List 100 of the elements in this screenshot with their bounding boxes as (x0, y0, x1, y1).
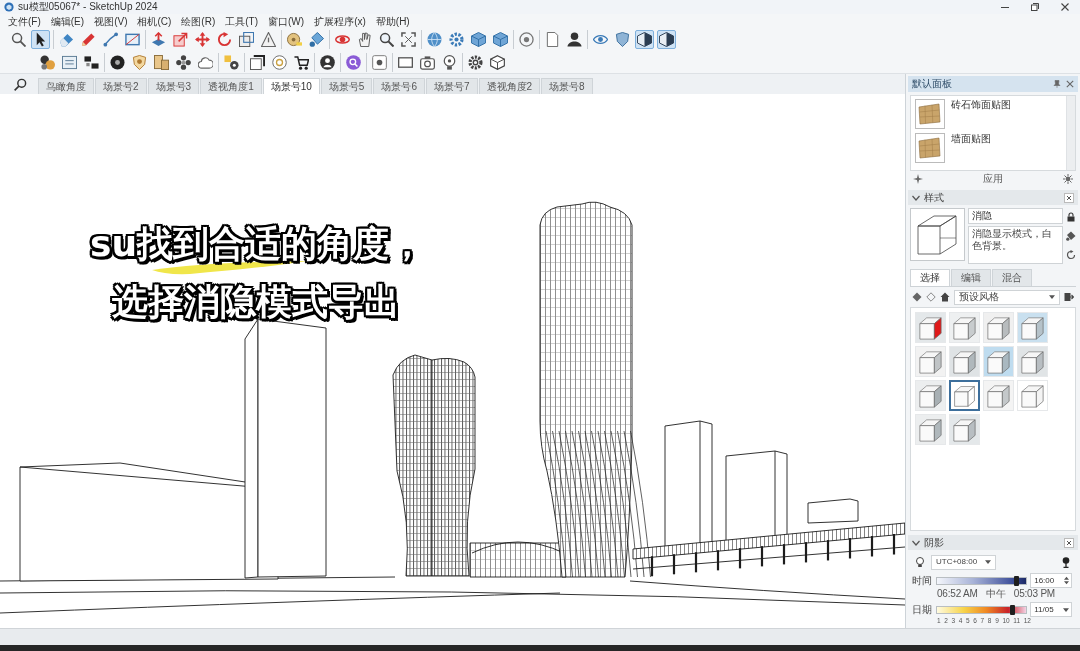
tick-label: 06:52 AM (937, 588, 978, 600)
scene-tab[interactable]: 鸟瞰角度 (38, 78, 94, 94)
flower-icon (176, 54, 191, 70)
date-field[interactable]: 11/05 (1030, 602, 1072, 617)
refresh-icon[interactable] (1066, 249, 1076, 260)
menu-item[interactable]: 窗口(W) (263, 14, 310, 28)
time-slider[interactable] (936, 576, 1028, 585)
scene-tab[interactable]: 场景号5 (320, 78, 373, 94)
slider-thumb[interactable] (1014, 575, 1020, 586)
menu-item[interactable]: 文件(F) (3, 14, 46, 28)
style-tab[interactable]: 混合 (992, 269, 1032, 286)
cube-icon (984, 347, 1013, 376)
app-logo-icon (4, 2, 14, 12)
spinner-icon[interactable] (1064, 576, 1069, 585)
marker-icon[interactable] (1062, 556, 1070, 568)
shaded-cube-icon (637, 32, 652, 47)
menu-item[interactable]: 帮助(H) (370, 14, 415, 28)
sparkle-icon[interactable] (913, 173, 923, 184)
window-icon (62, 54, 77, 70)
camera-icon (420, 54, 435, 70)
paint-bucket-icon[interactable] (1066, 231, 1076, 241)
material-name[interactable]: 砖石饰面贴图 (951, 99, 1011, 111)
lock-icon[interactable] (1066, 212, 1076, 223)
menu-item[interactable]: 工具(T) (220, 14, 264, 28)
toolbar-button[interactable] (377, 30, 396, 49)
scene-tab[interactable]: 场景号7 (425, 78, 478, 94)
polyline-icon (103, 32, 118, 47)
style-name-field[interactable]: 消隐 (968, 208, 1063, 224)
time-field[interactable]: 16:00 (1030, 573, 1072, 588)
tray-title: 默认面板 (912, 77, 953, 91)
scene-tab[interactable]: 透视角度1 (200, 78, 262, 94)
material-name[interactable]: 墙面贴图 (951, 133, 991, 145)
pencil-icon (81, 32, 96, 47)
tick-label: 05:03 PM (1013, 588, 1055, 600)
cube-icon (1018, 347, 1047, 376)
apply-button[interactable]: 应用 (979, 171, 1007, 186)
eye-icon (593, 32, 608, 47)
cube-icon (493, 32, 508, 47)
scene-tab[interactable]: 场景号3 (147, 78, 200, 94)
close-icon[interactable] (1066, 80, 1074, 88)
toolbar-button[interactable] (222, 52, 241, 72)
restore-icon (1031, 3, 1039, 11)
toolbar-button[interactable] (488, 52, 507, 72)
person-icon (567, 32, 582, 47)
collection-name: 预设风格 (959, 291, 999, 303)
toolbar-button[interactable] (466, 52, 485, 72)
toolbar-button[interactable] (174, 52, 193, 72)
style-tab[interactable]: 编辑 (951, 269, 991, 286)
menu-item[interactable]: 扩展程序(x) (309, 14, 371, 28)
material-swatch[interactable] (915, 99, 945, 129)
scene-tab[interactable]: 场景号6 (373, 78, 425, 94)
toolbar-button[interactable] (635, 30, 654, 49)
pin-icon[interactable] (1053, 80, 1061, 88)
toolbar-button[interactable] (318, 52, 337, 72)
style-description-field[interactable]: 消隐显示模式，白色背景。 (968, 226, 1063, 264)
close-icon[interactable] (1064, 192, 1074, 203)
close-icon[interactable] (1064, 537, 1074, 548)
menu-item[interactable]: 绘图(R) (176, 14, 221, 28)
toolbar-button[interactable] (248, 52, 267, 72)
blocks-icon (84, 54, 99, 70)
sun-icon[interactable] (1063, 173, 1073, 184)
slider-label: 时间 (912, 574, 933, 587)
tick-label: 中午 (985, 588, 1006, 600)
section-header[interactable]: 样式 (908, 190, 1078, 205)
orbit-icon (335, 32, 350, 47)
scrollbar[interactable] (1066, 96, 1075, 170)
menu-item[interactable]: 编辑(E) (45, 14, 90, 28)
style-thumbnail[interactable] (949, 380, 980, 411)
toolbar-button[interactable] (657, 30, 676, 49)
timezone-dropdown[interactable]: UTC+08:00 (931, 554, 997, 570)
menu-item[interactable]: 视图(V) (89, 14, 133, 28)
section-header[interactable]: 阴影 (908, 535, 1078, 550)
search-button[interactable] (12, 76, 28, 92)
light-bulb-icon[interactable] (915, 557, 925, 567)
collection-dropdown[interactable]: 预设风格 (954, 289, 1060, 305)
toolbar-button[interactable] (370, 52, 389, 72)
toolbar-button[interactable] (565, 30, 584, 49)
toolbar-button[interactable] (9, 30, 28, 49)
toolbar-button[interactable] (31, 30, 50, 49)
scene-tab[interactable]: 透视角度2 (478, 78, 541, 94)
material-swatch[interactable] (915, 133, 945, 163)
caption-text: 选择消隐模式导出 (112, 280, 400, 324)
slider-thumb[interactable] (1009, 604, 1015, 615)
books-icon (154, 54, 169, 70)
push-pull-icon (151, 32, 166, 47)
scene-tab[interactable]: 场景号2 (95, 78, 147, 94)
toolbar-button[interactable] (108, 52, 127, 72)
cube-icon (471, 32, 486, 47)
diamond-icon[interactable] (912, 292, 922, 302)
style-tab[interactable]: 选择 (910, 269, 950, 286)
menu-item[interactable]: 相机(C) (132, 14, 177, 28)
cog-icon (449, 32, 464, 47)
cube-icon (950, 313, 979, 342)
scene-tab[interactable]: 场景号8 (541, 78, 593, 94)
date-slider[interactable] (936, 605, 1028, 614)
export-icon[interactable] (1064, 292, 1074, 302)
scene-tab[interactable]: 场景号10 (262, 78, 320, 94)
target-icon (519, 32, 534, 47)
home-icon[interactable] (940, 292, 950, 302)
rectangle-outline-icon (398, 54, 413, 70)
